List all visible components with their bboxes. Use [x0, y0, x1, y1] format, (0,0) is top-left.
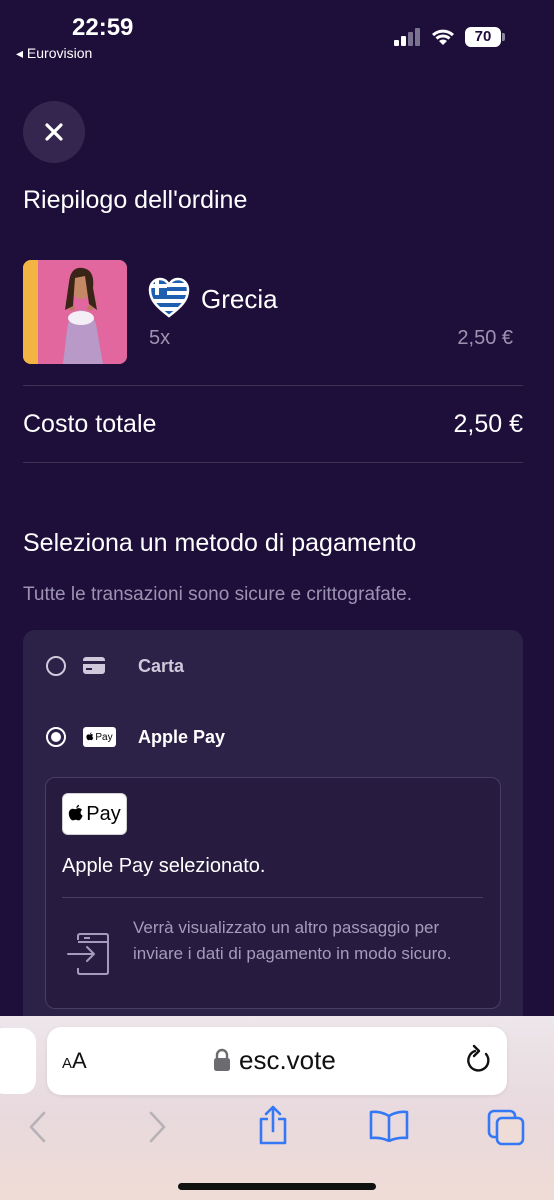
divider: [23, 462, 523, 463]
order-summary-title: Riepilogo dell'ordine: [23, 186, 248, 214]
cellular-signal-icon: [394, 28, 422, 46]
forward-arrow-icon[interactable]: [145, 1110, 169, 1144]
apple-pay-icon: Pay: [83, 727, 116, 747]
apple-pay-radio[interactable]: [46, 727, 66, 747]
artist-thumbnail: [23, 260, 127, 364]
wifi-icon: [432, 29, 454, 45]
apple-pay-option-label: Apple Pay: [138, 727, 226, 747]
redirect-window-icon: [67, 933, 109, 975]
greece-flag-heart-icon: [148, 277, 190, 318]
country-name: Grecia: [201, 284, 278, 314]
previous-tab-preview[interactable]: [0, 1028, 36, 1094]
aa-large: A: [72, 1048, 87, 1073]
lock-icon: [214, 1048, 230, 1071]
battery-icon: 70: [465, 27, 505, 47]
divider: [62, 897, 483, 898]
apple-pay-mini-label: Pay: [95, 731, 113, 743]
apple-pay-selected-text: Apple Pay selezionato.: [62, 855, 266, 877]
card-icon: [83, 657, 105, 674]
close-icon: [45, 123, 63, 141]
apple-pay-logo: Pay: [62, 793, 127, 835]
divider: [23, 385, 523, 386]
share-icon[interactable]: [256, 1104, 290, 1146]
total-cost-label: Costo totale: [23, 410, 157, 438]
aa-small: A: [62, 1055, 73, 1072]
tabs-icon[interactable]: [486, 1108, 526, 1146]
card-option-label: Carta: [138, 656, 185, 676]
apple-pay-logo-text: Pay: [86, 802, 121, 825]
status-bar: 22:59 ◂ Eurovision 70: [0, 0, 554, 70]
battery-level: 70: [465, 27, 501, 47]
url-text[interactable]: esc.vote: [239, 1045, 336, 1076]
reader-options-button[interactable]: AA: [62, 1048, 87, 1074]
card-radio[interactable]: [46, 656, 66, 676]
apple-pay-info-text: Verrà visualizzato un altro passaggio pe…: [133, 918, 452, 963]
back-arrow-icon[interactable]: [26, 1110, 50, 1144]
item-quantity: 5x: [149, 327, 171, 349]
back-to-app-link[interactable]: ◂ Eurovision: [16, 45, 92, 62]
home-indicator: [178, 1183, 376, 1190]
total-cost-value: 2,50 €: [453, 410, 523, 438]
bookmarks-icon[interactable]: [368, 1110, 410, 1142]
item-price: 2,50 €: [457, 327, 513, 349]
payment-method-title: Seleziona un metodo di pagamento: [23, 529, 417, 557]
reload-icon[interactable]: [463, 1044, 493, 1076]
status-time: 22:59: [72, 14, 134, 41]
payment-security-note: Tutte le transazioni sono sicure e critt…: [23, 584, 412, 605]
close-button[interactable]: [23, 101, 85, 163]
